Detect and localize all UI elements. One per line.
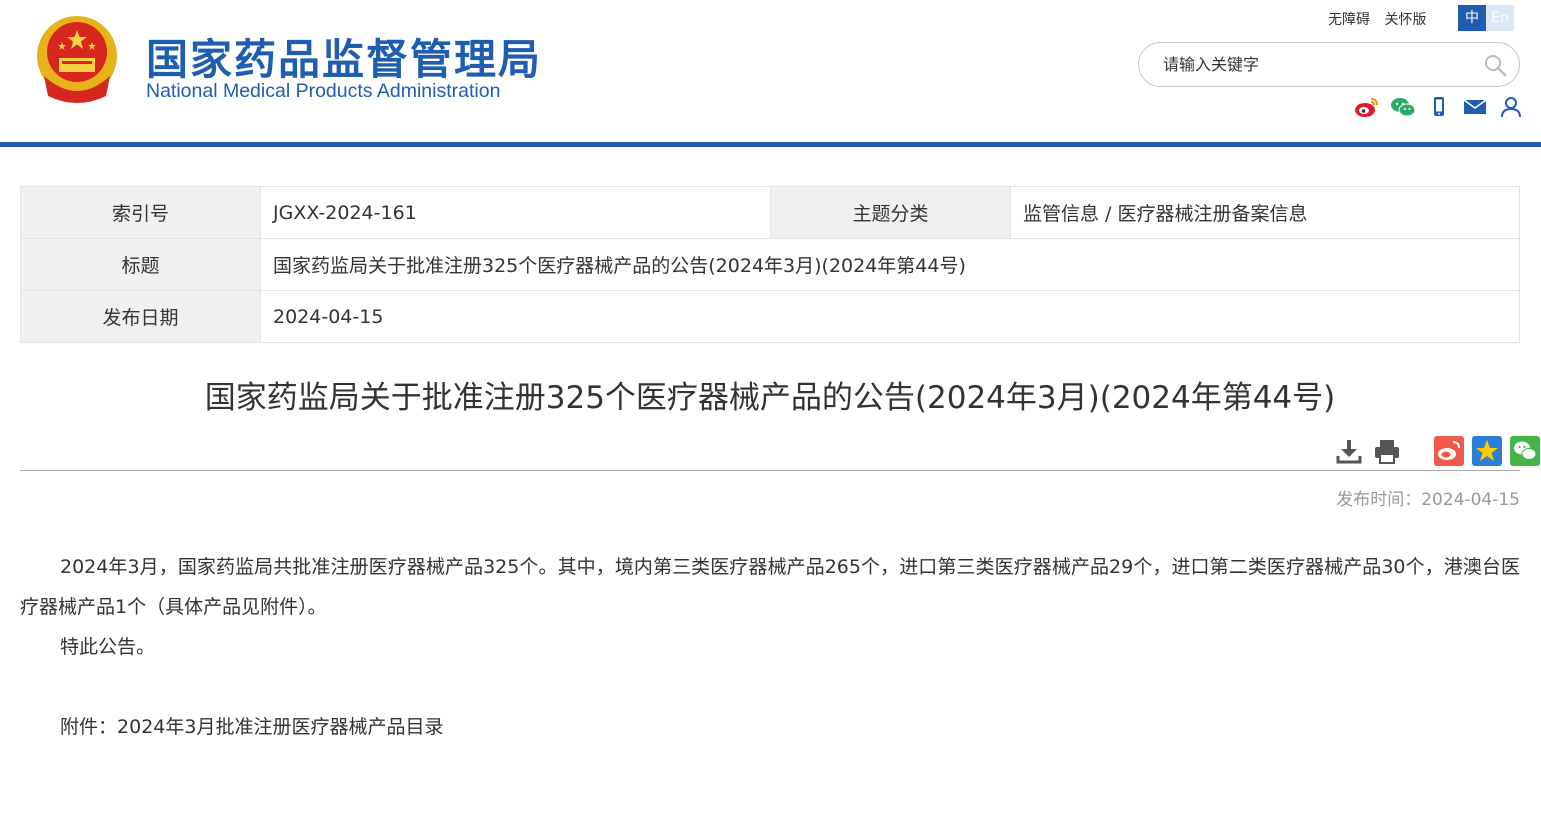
date-label: 发布日期 — [20, 290, 261, 343]
download-icon[interactable] — [1334, 436, 1364, 466]
lang-en-button[interactable]: En — [1486, 5, 1514, 31]
date-value: 2024-04-15 — [260, 290, 1520, 343]
closing-paragraph: 特此公告。 — [60, 636, 156, 658]
attachment-line: 附件：2024年3月批准注册医疗器械产品目录 — [20, 707, 1520, 747]
search-input[interactable] — [1163, 51, 1473, 78]
user-icon[interactable] — [1498, 96, 1524, 118]
national-emblem-icon[interactable] — [34, 14, 120, 104]
lang-zh-button[interactable]: 中 — [1458, 5, 1486, 31]
top-links: 无障碍 关怀版 — [1328, 9, 1436, 29]
accessibility-link[interactable]: 无障碍 — [1328, 12, 1370, 28]
wechat-icon[interactable] — [1390, 96, 1416, 118]
share-weibo-icon[interactable] — [1434, 436, 1464, 466]
index-value: JGXX-2024-161 — [260, 186, 771, 239]
search-box — [1138, 42, 1520, 87]
attachment-link[interactable]: 2024年3月批准注册医疗器械产品目录 — [117, 716, 443, 738]
article-body: 2024年3月，国家药监局共批准注册医疗器械产品325个。其中，境内第三类医疗器… — [20, 547, 1520, 747]
search-icon[interactable] — [1483, 53, 1507, 77]
article-tools — [1334, 436, 1540, 466]
share-favorite-icon[interactable] — [1472, 436, 1502, 466]
category-label: 主题分类 — [770, 186, 1011, 239]
mail-icon[interactable] — [1462, 96, 1488, 118]
social-links — [1354, 96, 1524, 118]
info-row-index: 索引号 JGXX-2024-161 主题分类 监管信息 / 医疗器械注册备案信息 — [20, 186, 1520, 239]
site-title-en[interactable]: National Medical Products Administration — [146, 80, 500, 103]
body-paragraph: 2024年3月，国家药监局共批准注册医疗器械产品325个。其中，境内第三类医疗器… — [20, 556, 1520, 618]
index-label: 索引号 — [20, 186, 261, 239]
info-table: 索引号 JGXX-2024-161 主题分类 监管信息 / 医疗器械注册备案信息… — [20, 186, 1520, 343]
print-icon[interactable] — [1372, 436, 1402, 466]
mobile-icon[interactable] — [1426, 96, 1452, 118]
care-mode-link[interactable]: 关怀版 — [1384, 12, 1426, 28]
title-label: 标题 — [20, 238, 261, 291]
site-header: 国家药品监督管理局 National Medical Products Admi… — [0, 0, 1541, 142]
attachment-label: 附件： — [60, 716, 118, 738]
category-value: 监管信息 / 医疗器械注册备案信息 — [1010, 186, 1520, 239]
header-divider — [0, 142, 1541, 147]
publish-time: 发布时间：2024-04-15 — [1336, 490, 1520, 510]
site-title-cn[interactable]: 国家药品监督管理局 — [146, 26, 542, 87]
title-divider — [20, 470, 1520, 471]
share-wechat-icon[interactable] — [1510, 436, 1540, 466]
weibo-icon[interactable] — [1354, 96, 1380, 118]
info-row-date: 发布日期 2024-04-15 — [20, 290, 1520, 343]
article-title: 国家药监局关于批准注册325个医疗器械产品的公告(2024年3月)(2024年第… — [204, 380, 1336, 416]
title-value: 国家药监局关于批准注册325个医疗器械产品的公告(2024年3月)(2024年第… — [260, 238, 1520, 291]
info-row-title: 标题 国家药监局关于批准注册325个医疗器械产品的公告(2024年3月)(202… — [20, 238, 1520, 291]
language-switch: 中 En — [1458, 5, 1514, 31]
